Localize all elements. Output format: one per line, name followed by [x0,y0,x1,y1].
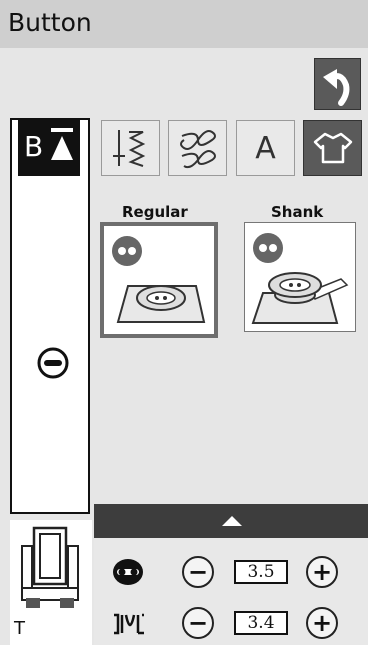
zigzag-width-value: 3.4 [234,611,288,635]
decorative-stitch-icon [179,130,216,169]
regular-button-icon [116,285,206,323]
expand-settings-button[interactable] [94,504,368,538]
stitch-label-shank: Shank [271,203,324,221]
button-width-value: 3.5 [234,560,288,584]
category-shirt-button[interactable] [303,120,362,176]
button-width-icon [113,559,143,585]
category-alphabet-button[interactable]: A [236,120,295,176]
title-bar: Button [0,0,368,48]
buttonhole-badge-icon [112,236,142,266]
stitch-tile-regular[interactable] [100,222,218,338]
alphabet-icon: A [255,130,276,166]
back-button[interactable] [314,58,361,110]
stitch-category-panel [10,118,90,514]
setting-row-zigzag-width: − 3.4 + [94,601,368,645]
category-b-letter: B [24,130,44,163]
page-title: Button [8,8,92,37]
settings-panel: − 3.5 + − 3.4 + [94,504,368,645]
plus-icon: + [311,609,333,637]
buttonhole-icon[interactable] [36,346,70,384]
buttonhole-badge-icon [253,233,283,263]
stitch-tile-shank[interactable] [244,222,356,332]
expand-up-icon [222,516,242,526]
shirt-icon [313,132,352,164]
category-b-button[interactable]: B [18,120,80,176]
setting-row-button-width: − 3.5 + [94,550,368,594]
zigzag-width-icon [114,613,144,635]
category-decorative-button[interactable] [168,120,227,176]
minus-icon: − [187,558,209,586]
presser-foot-indicator: T [10,520,92,645]
up-triangle-icon [51,128,73,160]
button-width-decrease-button[interactable]: − [182,556,214,588]
back-arrow-icon [323,69,350,106]
zigzag-width-decrease-button[interactable]: − [182,607,214,639]
satin-stitch-icon [112,130,145,167]
presser-foot-letter: T [14,618,25,639]
button-width-increase-button[interactable]: + [306,556,338,588]
presser-foot-icon [21,526,79,608]
zigzag-width-increase-button[interactable]: + [306,607,338,639]
minus-icon: − [187,609,209,637]
category-satin-button[interactable] [101,120,160,176]
stitch-label-regular: Regular [122,203,188,221]
shank-button-icon [251,272,349,324]
plus-icon: + [311,558,333,586]
